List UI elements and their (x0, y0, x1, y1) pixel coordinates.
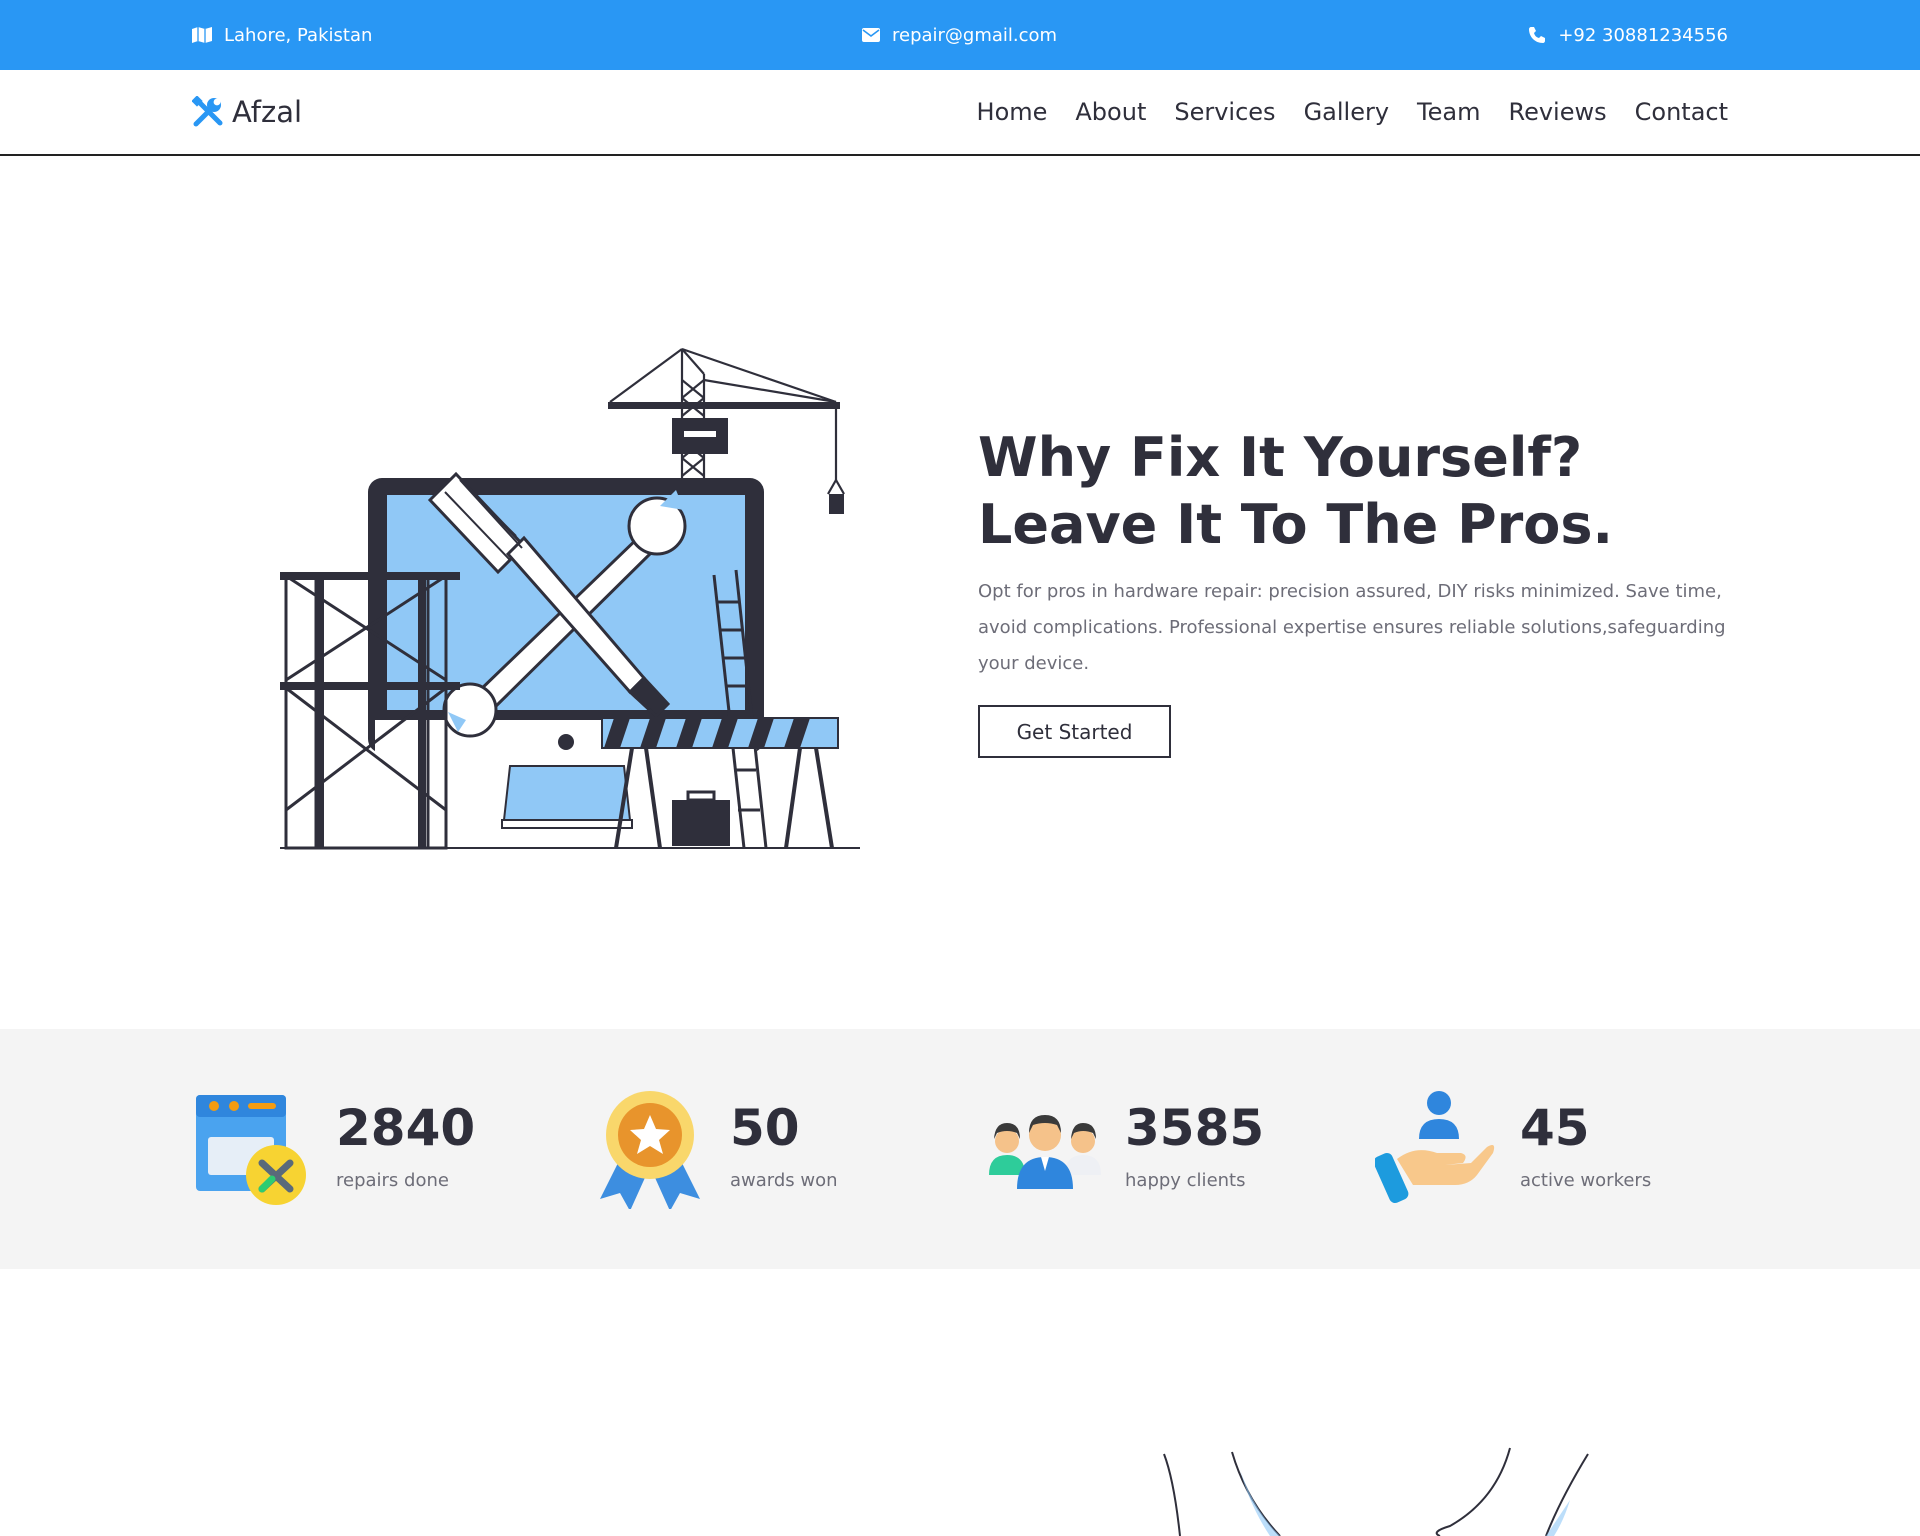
next-section-illustration (1163, 1447, 1589, 1536)
stat-value: 45 (1520, 1099, 1590, 1157)
nav-gallery[interactable]: Gallery (1304, 98, 1389, 126)
stat-label: happy clients (1125, 1170, 1246, 1191)
brand-logo[interactable]: Afzal (192, 70, 302, 154)
stats-section: 2840 repairs done 50 awards won 3585 hap… (0, 1029, 1920, 1269)
nav-reviews[interactable]: Reviews (1508, 98, 1606, 126)
stat-value: 2840 (336, 1099, 476, 1157)
stat-value: 3585 (1125, 1099, 1265, 1157)
brand-name[interactable]: Afzal (232, 95, 302, 129)
phone-icon (1529, 27, 1546, 43)
clients-group-icon (989, 1115, 1101, 1189)
worker-hand-icon (1375, 1091, 1495, 1203)
repair-window-icon (196, 1095, 306, 1205)
email-text[interactable]: repair@gmail.com (892, 25, 1057, 46)
nav-contact[interactable]: Contact (1635, 98, 1728, 126)
nav-services[interactable]: Services (1174, 98, 1275, 126)
nav-home[interactable]: Home (977, 98, 1048, 126)
location-text: Lahore, Pakistan (224, 24, 373, 46)
nav-team[interactable]: Team (1417, 98, 1480, 126)
envelope-icon (862, 28, 880, 42)
nav-about[interactable]: About (1075, 98, 1146, 126)
main-nav: Home About Services Gallery Team Reviews… (977, 70, 1728, 154)
hero-description: Opt for pros in hardware repair: precisi… (978, 581, 1726, 674)
award-medal-icon (600, 1091, 700, 1209)
stat-label: awards won (730, 1170, 838, 1191)
phone-info[interactable]: +92 30881234556 (1528, 0, 1728, 70)
tools-icon (192, 96, 223, 127)
location-info: Lahore, Pakistan (192, 0, 372, 70)
stat-value: 50 (730, 1099, 800, 1157)
stat-label: active workers (1520, 1170, 1652, 1191)
contact-bar: Lahore, Pakistan repair@gmail.com +92 30… (0, 0, 1920, 70)
navbar: Afzal Home About Services Gallery Team R… (0, 70, 1920, 156)
hero-title: Why Fix It Yourself? Leave It To The Pro… (978, 426, 1614, 556)
stat-label: repairs done (336, 1170, 449, 1191)
get-started-button[interactable]: Get Started (978, 705, 1171, 758)
phone-text[interactable]: +92 30881234556 (1558, 25, 1728, 46)
email-info[interactable]: repair@gmail.com (862, 0, 1057, 70)
map-icon (192, 27, 212, 43)
monitor-repair-construction-illustration (280, 347, 860, 850)
